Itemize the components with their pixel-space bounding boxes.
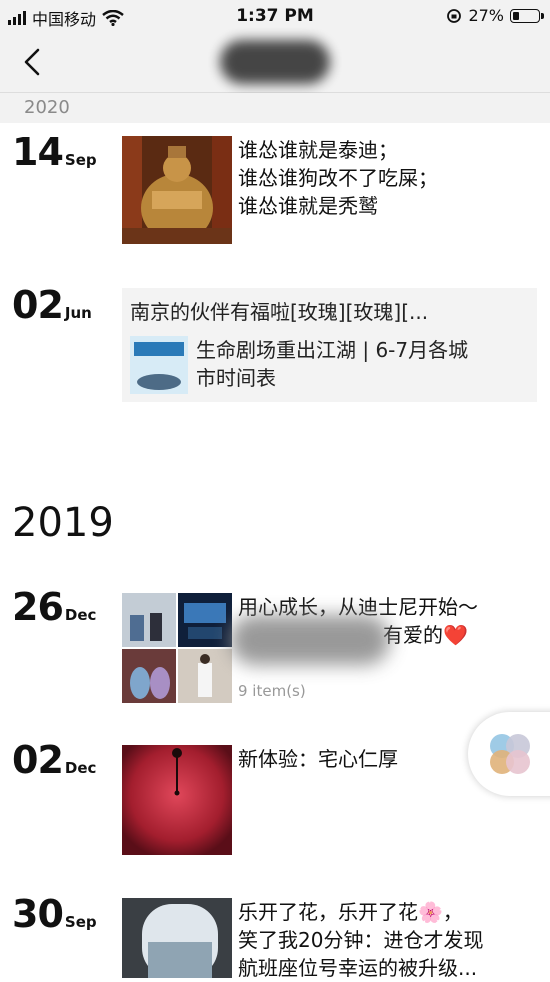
post-text-line: 谁怂谁就是秃鹫: [238, 194, 378, 218]
flower-icon: [490, 734, 530, 774]
nav-bar: [0, 34, 550, 93]
post-date: 30 Sep: [12, 892, 97, 936]
nav-title-redacted: [220, 40, 330, 84]
photo-grid[interactable]: [122, 593, 232, 703]
status-right: 27%: [446, 6, 544, 25]
share-thumbnail: [130, 336, 188, 394]
post-date: 02 Jun: [12, 283, 92, 327]
post-date: 26 Dec: [12, 585, 96, 629]
post-day: 02: [12, 283, 64, 327]
share-title: 南京的伙伴有福啦[玫瑰][玫瑰][...: [130, 300, 429, 324]
post-text[interactable]: 新体验：宅心仁厚: [238, 745, 398, 773]
sticky-year-label: 2020: [24, 97, 70, 118]
share-description-line: 市时间表: [196, 366, 276, 390]
post-day: 30: [12, 892, 64, 936]
post-date: 14 Sep: [12, 130, 97, 174]
post-day: 14: [12, 130, 64, 174]
post-day: 26: [12, 585, 64, 629]
red-object-image: [122, 745, 232, 855]
post-text[interactable]: 乐开了花，乐开了花🌸， 笑了我20分钟：进仓才发现 航班座位号幸运的被升级...: [238, 898, 483, 982]
battery-icon: [510, 8, 544, 23]
status-bar: 中国移动 1:37 PM 27%: [0, 0, 550, 34]
buddha-statue-image: [122, 136, 232, 244]
post-text-line: 谁怂谁就是泰迪；: [238, 138, 398, 162]
grid-photo: [178, 593, 232, 647]
share-description: 生命剧场重出江湖 | 6-7月各城 市时间表: [196, 336, 526, 392]
grid-photo: [178, 649, 232, 703]
airplane-window-image: [122, 898, 232, 978]
post-text-line: 新体验：宅心仁厚: [238, 747, 398, 771]
year-heading: 2019: [12, 500, 114, 546]
post-text-line: 笑了我20分钟：进仓才发现: [238, 928, 484, 952]
chevron-left-icon[interactable]: [20, 47, 48, 77]
post-day: 02: [12, 738, 64, 782]
post-month: Sep: [64, 151, 97, 169]
floating-shortcut-button[interactable]: [468, 712, 550, 796]
post-date: 02 Dec: [12, 738, 96, 782]
redacted-text: [230, 615, 390, 665]
item-count: 9 item(s): [238, 682, 306, 700]
grid-photo: [122, 593, 176, 647]
post-thumbnail[interactable]: [122, 898, 232, 978]
post-thumbnail[interactable]: [122, 745, 232, 855]
post-month: Jun: [64, 304, 92, 322]
post-text[interactable]: 谁怂谁就是泰迪； 谁怂谁狗改不了吃屎； 谁怂谁就是秃鹫: [238, 136, 438, 220]
post-text-line: 乐开了花，乐开了花🌸，: [238, 900, 463, 924]
post-thumbnail[interactable]: [122, 136, 232, 244]
share-description-line: 生命剧场重出江湖 | 6-7月各城: [196, 338, 469, 362]
shared-link-card[interactable]: 南京的伙伴有福啦[玫瑰][玫瑰][... 生命剧场重出江湖 | 6-7月各城 市…: [122, 288, 537, 402]
orientation-lock-icon: [447, 8, 462, 23]
post-month: Sep: [64, 913, 97, 931]
grid-photo: [122, 649, 176, 703]
post-month: Dec: [64, 606, 97, 624]
battery-percent: 27%: [468, 6, 504, 25]
post-text-line: 谁怂谁狗改不了吃屎；: [238, 166, 438, 190]
sticky-year-header: 2020: [0, 93, 550, 123]
share-thumbnail-image: [130, 336, 188, 394]
post-month: Dec: [64, 759, 97, 777]
battery-fill: [513, 11, 519, 20]
